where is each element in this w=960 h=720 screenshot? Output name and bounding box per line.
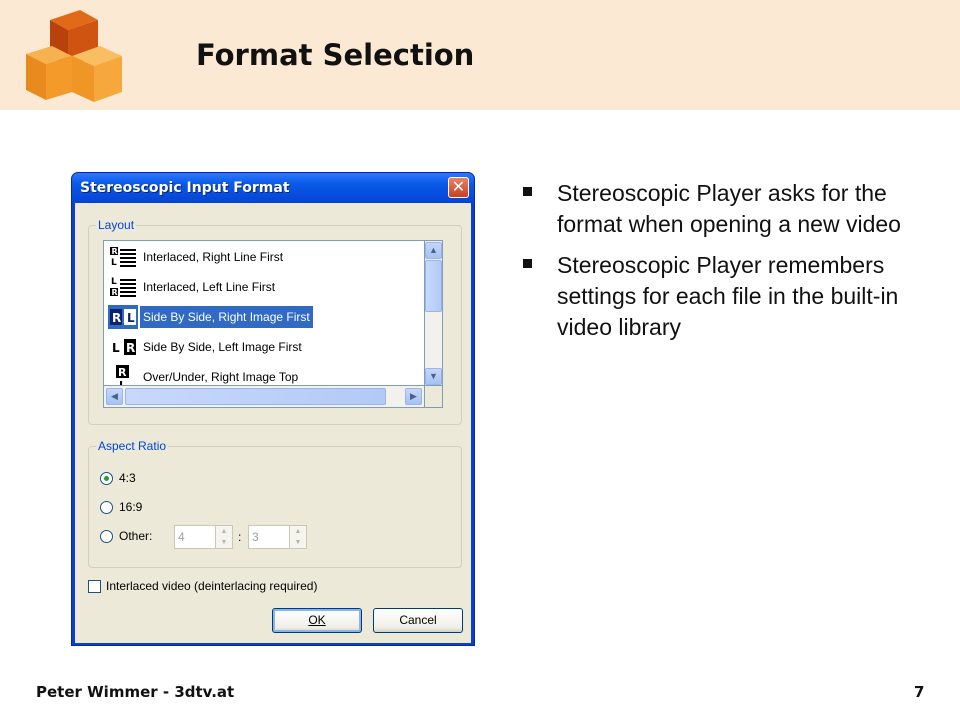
- list-item[interactable]: R L Interlaced, Right Line First: [108, 244, 286, 270]
- svg-text:R: R: [118, 366, 127, 379]
- list-item-selected[interactable]: R L Side By Side, Right Image First: [108, 304, 313, 330]
- format-listbox[interactable]: R L Interlaced, Right Line First L R Int…: [103, 240, 425, 386]
- svg-text:L: L: [111, 258, 117, 268]
- svg-text:R: R: [112, 247, 118, 256]
- interlaced-right-first-icon: R L: [110, 247, 136, 268]
- list-item-label: Over/Under, Right Image Top: [143, 370, 299, 384]
- scroll-left-button[interactable]: ◀: [106, 388, 123, 405]
- other-height-stepper[interactable]: ▲ ▼: [290, 525, 307, 549]
- dialog-titlebar[interactable]: Stereoscopic Input Format ✕: [72, 173, 474, 203]
- scroll-down-button[interactable]: ▼: [425, 368, 442, 385]
- interlaced-video-checkbox[interactable]: [88, 579, 101, 593]
- other-height-input[interactable]: 3: [248, 525, 290, 549]
- list-item-label: Interlaced, Right Line First: [143, 250, 284, 264]
- radio-16-9[interactable]: 16:9: [100, 500, 142, 514]
- interlaced-left-first-icon: L R: [110, 277, 136, 297]
- square-bullet-icon: [523, 187, 532, 196]
- slide-title: Format Selection: [196, 38, 475, 72]
- svg-text:L: L: [119, 379, 126, 386]
- radio-other[interactable]: Other:: [100, 529, 152, 543]
- footer-author: Peter Wimmer - 3dtv.at: [36, 683, 235, 701]
- list-item[interactable]: L R Side By Side, Left Image First: [108, 334, 305, 360]
- list-item-label: Side By Side, Right Image First: [140, 306, 313, 328]
- scroll-up-button[interactable]: ▲: [425, 242, 442, 259]
- chevron-up-icon[interactable]: ▲: [290, 526, 306, 537]
- radio-button-checked[interactable]: [100, 471, 113, 485]
- vertical-scroll-thumb[interactable]: [425, 260, 442, 312]
- close-button[interactable]: ✕: [448, 177, 469, 198]
- list-item[interactable]: L R Interlaced, Left Line First: [108, 274, 278, 300]
- bullet-text: Stereoscopic Player remembers settings f…: [557, 252, 899, 340]
- square-bullet-icon: [523, 259, 532, 268]
- cancel-button[interactable]: Cancel: [373, 608, 463, 633]
- aspect-ratio-groupbox: Aspect Ratio: [88, 439, 462, 568]
- radio-label: 16:9: [119, 500, 143, 514]
- list-vertical-scrollbar[interactable]: ▲ ▼: [425, 240, 443, 386]
- scrollbar-corner: [425, 386, 443, 408]
- svg-text:L: L: [112, 341, 120, 355]
- slide-header: [0, 0, 960, 110]
- horizontal-scroll-thumb[interactable]: [125, 388, 386, 405]
- svg-text:R: R: [112, 288, 118, 297]
- radio-4-3[interactable]: 4:3: [100, 471, 136, 485]
- other-width-input[interactable]: 4: [174, 525, 216, 549]
- interlaced-video-checkbox-row[interactable]: Interlaced video (deinterlacing required…: [88, 579, 317, 593]
- svg-text:R: R: [126, 341, 135, 355]
- bullet-item: Stereoscopic Player remembers settings f…: [520, 250, 920, 343]
- chevron-down-icon: ▼: [429, 371, 438, 381]
- close-icon: ✕: [451, 177, 466, 196]
- radio-label: 4:3: [119, 471, 136, 485]
- radio-label: Other:: [119, 529, 153, 543]
- list-horizontal-scrollbar[interactable]: ◀ ▶: [103, 386, 425, 408]
- svg-text:L: L: [111, 277, 117, 287]
- bullet-item: Stereoscopic Player asks for the format …: [520, 178, 920, 240]
- chevron-up-icon: ▲: [429, 245, 438, 255]
- aspect-ratio-legend: Aspect Ratio: [96, 439, 169, 453]
- list-item-label: Interlaced, Left Line First: [143, 280, 276, 294]
- page-number: 7: [914, 683, 925, 701]
- checkbox-label: Interlaced video (deinterlacing required…: [106, 579, 318, 593]
- svg-text:R: R: [112, 311, 121, 325]
- list-item-label: Side By Side, Left Image First: [143, 340, 302, 354]
- scroll-right-button[interactable]: ▶: [405, 388, 422, 405]
- ratio-separator: :: [238, 530, 242, 544]
- layout-legend: Layout: [96, 218, 137, 232]
- over-under-right-top-icon: R L: [116, 365, 129, 386]
- cancel-button-label: Cancel: [399, 613, 437, 627]
- bullet-text: Stereoscopic Player asks for the format …: [557, 180, 901, 237]
- side-by-side-right-first-icon: R L: [108, 305, 138, 329]
- chevron-right-icon: ▶: [410, 391, 417, 401]
- bullet-list: Stereoscopic Player asks for the format …: [520, 178, 920, 353]
- list-item[interactable]: R L Over/Under, Right Image Top: [108, 364, 301, 386]
- ok-button[interactable]: OK: [272, 608, 362, 633]
- other-width-stepper[interactable]: ▲ ▼: [216, 525, 233, 549]
- radio-button[interactable]: [100, 529, 113, 543]
- chevron-up-icon[interactable]: ▲: [216, 526, 232, 537]
- chevron-left-icon: ◀: [111, 391, 118, 401]
- dialog-title: Stereoscopic Input Format: [80, 180, 290, 196]
- chevron-down-icon[interactable]: ▼: [216, 537, 232, 548]
- radio-button[interactable]: [100, 500, 113, 514]
- ok-button-label: OK: [308, 613, 326, 627]
- svg-text:L: L: [127, 311, 135, 325]
- side-by-side-left-first-icon: L R: [112, 339, 136, 355]
- chevron-down-icon[interactable]: ▼: [290, 537, 306, 548]
- orange-cubes-logo-icon: [26, 10, 122, 102]
